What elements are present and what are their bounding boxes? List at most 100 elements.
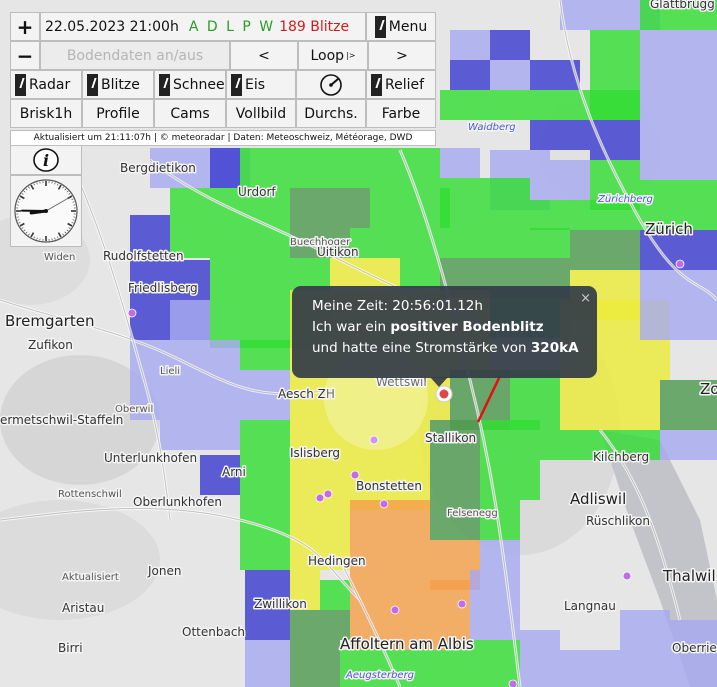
lightning-count: 189 Blitze bbox=[279, 18, 350, 35]
place-label: ermetschwil-Staffeln bbox=[0, 413, 123, 427]
lightning-dot[interactable] bbox=[675, 259, 685, 269]
place-label: Bonstetten bbox=[356, 479, 422, 493]
lightning-dot[interactable] bbox=[457, 599, 467, 609]
check-icon bbox=[231, 73, 242, 96]
place-label: Hedingen bbox=[308, 554, 366, 568]
place-label: Affoltern am Albis bbox=[340, 635, 474, 653]
place-label: Rottenschwil bbox=[58, 489, 122, 500]
speedometer-icon bbox=[320, 73, 342, 96]
radar-toggle[interactable]: Radar bbox=[10, 70, 82, 99]
radar-cell bbox=[490, 30, 530, 60]
radar-cell bbox=[400, 258, 440, 288]
source-letters[interactable]: A D L P W bbox=[189, 19, 275, 35]
place-label: Waidberg bbox=[468, 122, 516, 133]
radar-cell bbox=[440, 228, 570, 258]
lightning-dot[interactable] bbox=[508, 679, 518, 687]
radar-cell bbox=[590, 30, 640, 120]
prev-button[interactable]: < bbox=[230, 41, 298, 70]
lightning-dot[interactable] bbox=[323, 489, 333, 499]
popup-time: Meine Zeit: 20:56:01.12h bbox=[312, 298, 483, 314]
place-label: Unterlunkhofen bbox=[104, 451, 197, 465]
place-label: Jonen bbox=[147, 564, 181, 578]
radar-cell bbox=[530, 120, 590, 150]
speed-button[interactable] bbox=[296, 70, 366, 99]
profile-button[interactable]: Profile bbox=[82, 99, 154, 128]
place-label: Widen bbox=[44, 252, 75, 263]
check-icon bbox=[159, 73, 170, 96]
update-credit: Aktualisiert um 21:11:07h | © meteoradar… bbox=[10, 130, 436, 146]
place-label: Bremgarten bbox=[5, 312, 94, 330]
info-button[interactable]: i bbox=[10, 145, 82, 175]
clock-icon bbox=[14, 179, 78, 243]
ground-data-toggle[interactable]: Bodendaten an/aus bbox=[40, 41, 230, 70]
radar-cell bbox=[240, 420, 290, 460]
brisk-button[interactable]: Brisk1h bbox=[10, 99, 82, 128]
popup-current-line: und hatte eine Stromstärke von 320kA bbox=[312, 340, 579, 356]
lightning-popup: × Meine Zeit: 20:56:01.12h Ich war ein p… bbox=[292, 286, 597, 378]
durchs-button[interactable]: Durchs. bbox=[296, 99, 366, 128]
lightning-dot[interactable] bbox=[350, 470, 360, 480]
place-label: Lieli bbox=[160, 366, 180, 377]
place-label: Zufikon bbox=[28, 338, 73, 352]
place-label: Oberrieden bbox=[672, 641, 717, 655]
radar-cell bbox=[440, 90, 530, 120]
datetime-label: 22.05.2023 21:00h bbox=[45, 18, 179, 35]
close-icon[interactable]: × bbox=[580, 288, 591, 309]
lightning-dot[interactable] bbox=[390, 605, 400, 615]
menu-button[interactable]: Menu bbox=[366, 12, 436, 41]
farbe-button[interactable]: Farbe bbox=[366, 99, 436, 128]
radar-cell bbox=[350, 500, 430, 580]
popup-strike-type: positiver Bodenblitz bbox=[390, 319, 544, 335]
place-label: Adliswil bbox=[570, 490, 626, 508]
radar-cell bbox=[340, 650, 470, 687]
radar-cell bbox=[660, 430, 717, 460]
check-icon bbox=[87, 73, 98, 96]
radar-cell bbox=[570, 230, 640, 270]
relief-toggle[interactable]: Relief bbox=[366, 70, 436, 99]
selected-strike-marker[interactable] bbox=[439, 389, 449, 399]
lightning-dot[interactable] bbox=[315, 493, 325, 503]
zoom-out-button[interactable]: − bbox=[10, 41, 40, 70]
place-label: Arni bbox=[222, 465, 246, 479]
svg-text:i: i bbox=[43, 151, 49, 170]
radar-cell bbox=[450, 30, 490, 60]
popup-type-line: Ich war ein positiver Bodenblitz bbox=[312, 319, 544, 335]
loop-button[interactable]: Loop |> bbox=[298, 41, 368, 70]
vollbild-button[interactable]: Vollbild bbox=[226, 99, 296, 128]
radar-cell bbox=[245, 640, 290, 687]
place-label: Aristau bbox=[62, 601, 104, 615]
lightning-dot[interactable] bbox=[127, 308, 137, 318]
info-icon: i bbox=[33, 148, 59, 172]
radar-cell bbox=[490, 60, 530, 90]
place-label: Friedlisberg bbox=[128, 281, 198, 295]
lightning-dot[interactable] bbox=[622, 571, 632, 581]
place-label: Zürich bbox=[645, 220, 693, 238]
schnee-toggle[interactable]: Schnee bbox=[154, 70, 226, 99]
radar-cell bbox=[640, 30, 717, 120]
radar-cell bbox=[640, 120, 717, 180]
radar-cell bbox=[520, 630, 560, 687]
place-label: Glattbrugg bbox=[650, 0, 715, 11]
place-label: Zo bbox=[700, 380, 717, 398]
eis-toggle[interactable]: Eis bbox=[226, 70, 296, 99]
radar-cell bbox=[640, 300, 717, 340]
blitze-toggle[interactable]: Blitze bbox=[82, 70, 154, 99]
radar-cell bbox=[290, 470, 330, 510]
lightning-dot[interactable] bbox=[379, 499, 389, 509]
place-label: Birri bbox=[58, 641, 83, 655]
place-label: Langnau bbox=[564, 599, 616, 613]
radar-cell bbox=[620, 610, 670, 687]
popup-pointer bbox=[430, 377, 448, 387]
radar-cell bbox=[440, 178, 530, 228]
check-icon bbox=[371, 73, 382, 96]
place-label: Thalwil bbox=[662, 567, 716, 585]
radar-cell bbox=[560, 380, 660, 430]
cams-button[interactable]: Cams bbox=[154, 99, 226, 128]
radar-cell bbox=[560, 650, 620, 687]
radar-cell bbox=[160, 420, 240, 450]
next-button[interactable]: > bbox=[368, 41, 436, 70]
popup-current-value: 320kA bbox=[530, 340, 579, 356]
zoom-in-button[interactable]: + bbox=[10, 12, 40, 41]
clock-widget bbox=[10, 175, 82, 247]
radar-cell bbox=[440, 148, 480, 178]
